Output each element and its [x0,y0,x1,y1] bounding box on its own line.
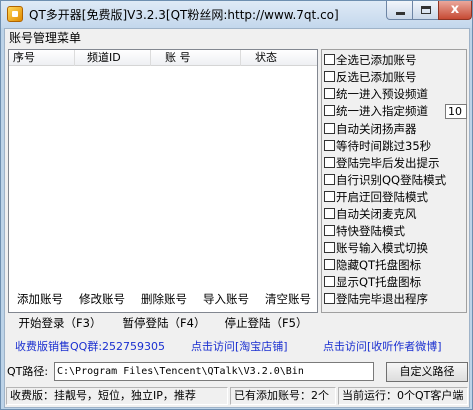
option-label: 反选已添加账号 [336,70,417,84]
minimize-button[interactable] [386,1,413,20]
option-show-tray[interactable]: 显示QT托盘图标 [324,275,421,291]
option-preset-channel[interactable]: 统一进入预设频道 [324,87,428,103]
checkbox[interactable] [324,259,335,270]
edit-account-button[interactable]: 修改账号 [71,290,133,310]
option-label: 隐藏QT托盘图标 [336,258,422,272]
column-header-status[interactable]: 状态 [241,50,317,66]
window-title: QT多开器[免费版]V3.2.3[QT粉丝网:http://www.7qt.co… [29,8,339,22]
client-area: 账号管理菜单 序号 频道ID 账 号 状态 全选已添加账号 反选已添加账号 统一… [4,28,470,408]
qt-path-label: QT路径: [7,365,49,378]
account-menu-header[interactable]: 账号管理菜单 [6,30,469,47]
close-button[interactable]: x [438,1,472,20]
import-account-button[interactable]: 导入账号 [195,290,257,310]
checkbox[interactable] [324,71,335,82]
column-header-index[interactable]: 序号 [9,50,75,66]
account-list[interactable]: 序号 频道ID 账 号 状态 [8,49,318,313]
option-label: 开启迂回登陆模式 [336,190,428,204]
option-mute-speaker[interactable]: 自动关闭扬声器 [324,122,417,138]
option-label: 登陆完毕退出程序 [336,292,428,306]
author-weibo-link[interactable]: 点击访问[收听作者微博] [323,339,442,355]
stop-login-button[interactable]: 停止登陆（F5） [223,314,309,334]
pause-login-button[interactable]: 暂停登陆（F4） [121,314,207,334]
app-window: QT多开器[免费版]V3.2.3[QT粉丝网:http://www.7qt.co… [0,0,473,410]
option-label: 账号输入模式切换 [336,241,428,255]
status-edition: 收费版：挂靓号，短位，独立IP，推荐 [6,387,228,405]
checkbox[interactable] [324,242,335,253]
option-label: 自动关闭麦克风 [336,207,417,221]
options-panel: 全选已添加账号 反选已添加账号 统一进入预设频道 统一进入指定频道 10 自动关闭… [321,49,467,313]
checkbox[interactable] [324,174,335,185]
option-label: 特快登陆模式 [336,224,405,238]
checkbox[interactable] [324,191,335,202]
checkbox[interactable] [324,105,335,116]
option-label: 全选已添加账号 [336,53,417,67]
checkbox[interactable] [324,208,335,219]
sales-qq-group-link[interactable]: 收费版销售QQ群:252759305 [15,339,165,355]
title-bar[interactable]: QT多开器[免费版]V3.2.3[QT粉丝网:http://www.7qt.co… [1,1,472,28]
app-icon [7,6,23,22]
option-invert-selection[interactable]: 反选已添加账号 [324,70,417,86]
option-detour-login[interactable]: 开启迂回登陆模式 [324,190,428,206]
option-select-all[interactable]: 全选已添加账号 [324,53,417,69]
checkbox[interactable] [324,276,335,287]
option-label: 统一进入预设频道 [336,87,428,101]
account-list-header: 序号 频道ID 账 号 状态 [9,50,317,66]
option-auto-detect-login[interactable]: 自行识别QQ登陆模式 [324,173,446,189]
option-label: 显示QT托盘图标 [336,275,422,289]
add-account-button[interactable]: 添加账号 [9,290,71,310]
delete-account-button[interactable]: 删除账号 [133,290,195,310]
custom-path-button[interactable]: 自定义路径 [386,362,468,382]
maximize-button[interactable] [412,1,439,20]
checkbox[interactable] [324,157,335,168]
option-input-mode[interactable]: 账号输入模式切换 [324,241,428,257]
taobao-store-link[interactable]: 点击访问[淘宝店铺] [191,339,288,355]
status-running-clients: 当前运行：0个QT客户端 [338,387,468,405]
clear-accounts-button[interactable]: 清空账号 [257,290,319,310]
option-notify-done[interactable]: 登陆完毕后发出提示 [324,156,440,172]
option-skip-wait[interactable]: 等待时间跳过35秒 [324,139,431,155]
close-icon: x [450,2,460,17]
option-exit-after-login[interactable]: 登陆完毕退出程序 [324,292,428,308]
maximize-icon [421,6,431,14]
column-header-channel-id[interactable]: 频道ID [75,50,151,66]
column-header-account[interactable]: 账 号 [151,50,241,66]
option-label: 登陆完毕后发出提示 [336,156,440,170]
status-bar: 收费版：挂靓号，短位，独立IP，推荐 已有添加账号：2个 当前运行：0个QT客户… [5,385,469,407]
option-label: 等待时间跳过35秒 [336,139,432,153]
option-mute-mic[interactable]: 自动关闭麦克风 [324,207,417,223]
option-label: 自动关闭扬声器 [336,122,417,136]
qt-path-input[interactable]: C:\Program Files\Tencent\QTalk\V3.2.0\Bi… [54,362,374,381]
channel-number-input[interactable]: 10 [445,104,467,119]
start-login-button[interactable]: 开始登录（F3） [17,314,103,334]
checkbox[interactable] [324,123,335,134]
option-label: 统一进入指定频道 [336,104,428,118]
option-hide-tray[interactable]: 隐藏QT托盘图标 [324,258,421,274]
checkbox[interactable] [324,54,335,65]
checkbox[interactable] [324,140,335,151]
checkbox[interactable] [324,225,335,236]
option-label: 自行识别QQ登陆模式 [336,173,447,187]
status-added-accounts: 已有添加账号：2个 [230,387,336,405]
checkbox[interactable] [324,293,335,304]
option-specified-channel[interactable]: 统一进入指定频道 10 [324,104,468,120]
option-express-login[interactable]: 特快登陆模式 [324,224,405,240]
minimize-icon [396,12,405,15]
checkbox[interactable] [324,88,335,99]
